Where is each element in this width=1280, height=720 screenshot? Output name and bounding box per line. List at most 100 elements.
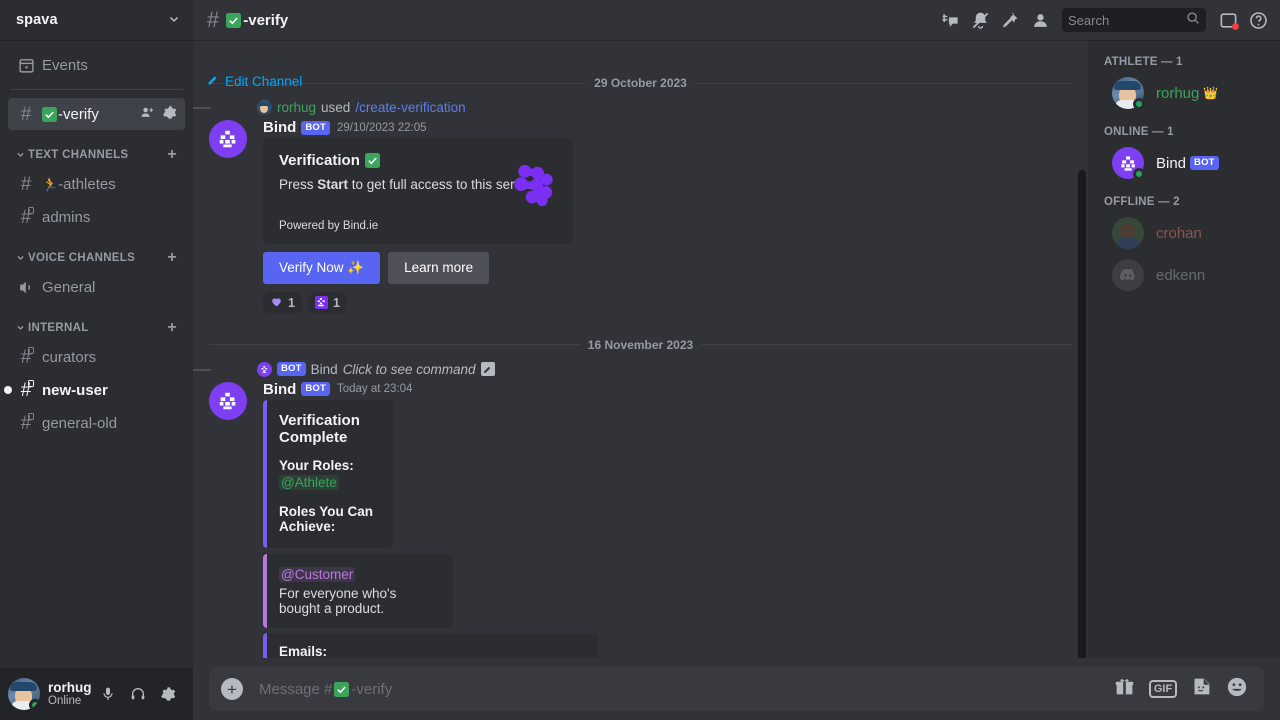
embed-achievable-label: Roles You Can Achieve: (279, 503, 374, 534)
member-row-crohan[interactable]: crohan (1096, 212, 1272, 254)
emoji-icon[interactable] (1226, 676, 1248, 703)
avatar[interactable] (209, 120, 247, 158)
reaction-count: 1 (288, 295, 295, 310)
member-name-wrap: edkenn (1156, 267, 1205, 284)
message-input[interactable]: + Message # -verify GIF (209, 667, 1264, 711)
message-item: Bind BOT 29/10/2023 22:05 Verification P… (193, 117, 1088, 316)
date-separator: 16 November 2023 (193, 338, 1088, 352)
message-list: Edit Channel 29 October 2023 rorhug used (193, 40, 1088, 658)
member-group-label: OFFLINE — 2 (1104, 196, 1180, 208)
reaction-count: 1 (332, 295, 340, 310)
invite-icon[interactable] (140, 105, 155, 124)
member-row-rorhug[interactable]: rorhug 👑 (1096, 72, 1272, 114)
sidebar-item-curators[interactable]: # curators (8, 341, 185, 373)
edit-channel-link[interactable]: Edit Channel (207, 74, 302, 89)
sidebar-item-verify[interactable]: # -verify (8, 98, 185, 130)
search-input[interactable]: Search (1062, 8, 1206, 32)
member-name-wrap: Bind BOT (1156, 155, 1219, 172)
sidebar-item-label: admins (42, 208, 91, 226)
member-row-bind[interactable]: Bind BOT (1096, 142, 1272, 184)
gift-icon[interactable] (1114, 676, 1135, 702)
bot-badge: BOT (301, 382, 330, 397)
pin-icon[interactable] (996, 6, 1024, 34)
settings-gear-icon[interactable] (155, 681, 181, 707)
embed-roles-label: Your Roles: (279, 457, 354, 473)
sidebar-item-new-user[interactable]: # new-user (4, 374, 185, 406)
topbar-actions: Search (936, 6, 1272, 34)
sidebar-item-admins[interactable]: # admins (8, 201, 185, 233)
member-list: ATHLETE — 1 rorhug 👑 ONLINE — 1 Bind BOT… (1088, 40, 1280, 658)
system-verb: used (321, 100, 351, 115)
chevron-down-icon[interactable] (168, 13, 180, 28)
role-mention-athlete[interactable]: @Athlete (279, 474, 339, 490)
avatar (1112, 77, 1145, 110)
composer-actions: GIF (1114, 676, 1248, 703)
plus-circle-icon[interactable]: + (221, 678, 243, 700)
system-author[interactable]: Bind (311, 362, 338, 377)
sidebar-item-label: Events (42, 56, 88, 74)
content-area: Edit Channel 29 October 2023 rorhug used (193, 40, 1280, 658)
bell-off-icon[interactable] (966, 6, 994, 34)
search-icon (1186, 11, 1200, 30)
hash-lock-icon: # (16, 206, 36, 227)
add-channel-icon[interactable]: + (167, 147, 177, 163)
role-mention-customer[interactable]: @Customer (279, 566, 356, 582)
settings-gear-icon[interactable] (162, 105, 177, 124)
verify-now-button[interactable]: Verify Now ✨ (263, 251, 381, 284)
add-channel-icon[interactable]: + (167, 320, 177, 336)
date-separator-label: 16 November 2023 (587, 337, 694, 352)
date-separator-label: 29 October 2023 (594, 76, 687, 90)
sidebar-item-general-voice[interactable]: General (8, 271, 185, 303)
reaction-purple-heart[interactable]: 1 (263, 291, 302, 314)
sidebar-item-general-old[interactable]: # general-old (8, 407, 185, 439)
system-username[interactable]: rorhug (277, 100, 316, 115)
category-internal[interactable]: INTERNAL + (8, 304, 185, 340)
microphone-icon[interactable] (95, 681, 121, 707)
message-header: Bind BOT 29/10/2023 22:05 (263, 119, 1072, 136)
add-channel-icon[interactable]: + (167, 250, 177, 266)
category-voice-channels[interactable]: VOICE CHANNELS + (8, 234, 185, 270)
user-name: rorhug (48, 679, 92, 695)
chevron-down-icon (16, 150, 25, 161)
member-name-wrap: crohan (1156, 225, 1202, 242)
embed-role-description: For everyone who's bought a product. (279, 585, 397, 616)
system-command-line: BOT Bind Click to see command (193, 360, 1088, 377)
reaction-bind-logo[interactable]: 1 (307, 291, 347, 314)
gif-icon[interactable]: GIF (1149, 680, 1177, 698)
sidebar-divider (10, 89, 183, 90)
category-label: VOICE CHANNELS (28, 252, 136, 264)
learn-more-button[interactable]: Learn more (388, 251, 490, 284)
notification-dot (1232, 23, 1239, 30)
inbox-icon[interactable] (1214, 6, 1242, 34)
white-check-mark-icon (334, 681, 350, 697)
server-header[interactable]: spava (0, 0, 193, 40)
avatar (257, 100, 272, 115)
command-box-icon[interactable] (480, 362, 495, 377)
system-command[interactable]: /create-verification (355, 100, 465, 115)
runner-emoji-icon: 🏃 (42, 176, 59, 192)
member-name: edkenn (1156, 266, 1206, 284)
sidebar-item-events[interactable]: Events (8, 49, 185, 81)
message-author[interactable]: Bind (263, 381, 296, 398)
user-info[interactable]: rorhug Online (48, 680, 92, 709)
help-icon[interactable] (1244, 6, 1272, 34)
sticker-icon[interactable] (1191, 676, 1212, 702)
system-note[interactable]: Click to see command (343, 362, 476, 377)
headphones-icon[interactable] (125, 681, 151, 707)
channel-topbar: # -verify Search (193, 0, 1280, 40)
member-name: rorhug (1156, 84, 1200, 102)
message-author[interactable]: Bind (263, 119, 296, 136)
avatar[interactable] (209, 381, 247, 420)
reply-spine (193, 368, 211, 379)
message-scrollbar[interactable] (1078, 170, 1086, 658)
embed-desc-suffix: to get full access to this server. (348, 177, 537, 192)
avatar[interactable] (8, 678, 40, 710)
sidebar-item-athletes[interactable]: # 🏃 -athletes (8, 168, 185, 200)
members-icon[interactable] (1026, 6, 1054, 34)
member-row-edkenn[interactable]: edkenn (1096, 254, 1272, 296)
category-text-channels[interactable]: TEXT CHANNELS + (8, 131, 185, 167)
embed-desc-prefix: Press (279, 177, 318, 192)
channel-actions (140, 105, 177, 124)
gif-label: GIF (1153, 683, 1173, 695)
threads-icon[interactable] (936, 6, 964, 34)
